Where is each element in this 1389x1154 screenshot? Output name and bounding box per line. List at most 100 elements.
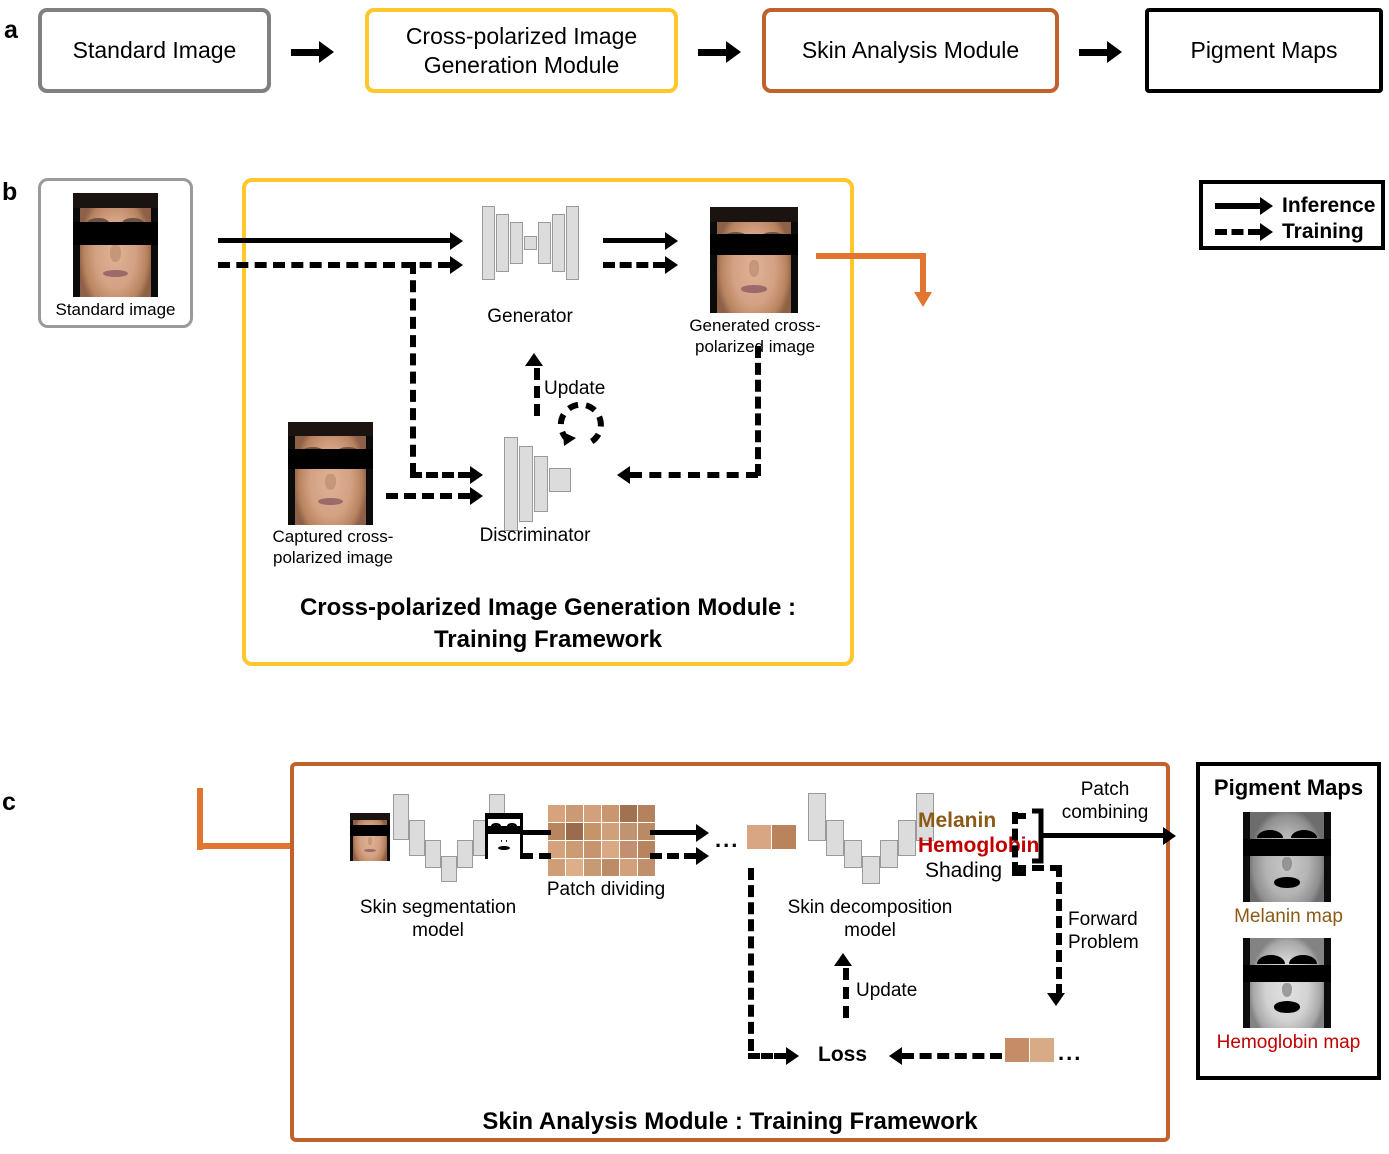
inference-arrow-to-generator-head <box>450 232 463 250</box>
patch-ellipsis-right: ... <box>1058 1040 1083 1065</box>
inference-arrow-to-generated-shaft <box>603 238 665 243</box>
skin-mask-image <box>485 813 523 859</box>
legend-label-training: Training <box>1282 220 1364 243</box>
patch-training-arrow-right-head <box>696 847 709 865</box>
flow-box-pigment-maps-label: Pigment Maps <box>1190 37 1338 64</box>
flow-box-standard-image-label: Standard Image <box>72 37 237 64</box>
legend-item-training: Training <box>1215 220 1364 244</box>
training-branch-vertical <box>410 262 416 475</box>
patch-ellipsis-left: ... <box>715 827 740 852</box>
recon-to-loss-shaft <box>902 1053 1002 1059</box>
captured-crosspolarized-face-image <box>288 422 373 525</box>
module-b-title-line2: Training Framework <box>433 626 663 654</box>
flow-arrow-2 <box>698 41 741 63</box>
module-b-title: Cross-polarized Image Generation Module … <box>242 592 854 657</box>
flow-box-crosspolarized-module-label-line2: Generation Module <box>423 51 620 78</box>
training-arrow-to-generated-shaft <box>603 262 665 268</box>
generated-crosspolarized-face-image <box>710 207 798 313</box>
loss-label: Loss <box>818 1043 868 1066</box>
patches-to-loss-head <box>786 1047 799 1065</box>
forward-problem-vertical <box>1056 865 1062 996</box>
training-arrow-to-generated-head <box>665 256 678 274</box>
skin-analysis-input-face-image <box>350 813 390 861</box>
flow-arrow-1 <box>291 41 334 63</box>
patch-combining-arrow-head <box>1163 827 1176 845</box>
update-arrow-c-head <box>834 953 852 966</box>
forward-problem-label-line1: Forward <box>1068 909 1138 930</box>
generated-feedback-arrowhead <box>617 466 630 484</box>
panel-letter-b: b <box>2 178 18 206</box>
patch-grid <box>548 805 655 876</box>
hemoglobin-map-image <box>1243 938 1331 1028</box>
captured-image-caption-line1: Captured cross- <box>272 527 394 546</box>
standard-face-image <box>73 193 158 297</box>
flow-arrow-3 <box>1079 41 1122 63</box>
hemoglobin-map-caption: Hemoglobin map <box>1216 1032 1361 1053</box>
flow-box-skin-analysis-module-label: Skin Analysis Module <box>801 37 1020 64</box>
flow-box-pigment-maps[interactable]: Pigment Maps <box>1145 8 1383 93</box>
patches-to-loss-horizontal <box>748 1053 786 1059</box>
discriminator-label: Discriminator <box>479 525 591 546</box>
component-label-shading: Shading <box>925 859 1003 882</box>
patch-combining-label-line2: combining <box>1061 802 1149 824</box>
patch-sample-2 <box>772 825 796 849</box>
patch-dividing-label: Patch dividing <box>546 879 666 900</box>
panel-letter-a: a <box>4 16 18 44</box>
update-arrow-b-head <box>525 353 543 366</box>
patch-training-arrow-right-shaft <box>650 853 696 859</box>
patch-sample-1 <box>747 825 771 849</box>
module-b-title-line1: Cross-polarized Image Generation Module … <box>299 594 797 621</box>
inference-arrow-to-generated-head <box>665 232 678 250</box>
forward-problem-horizontal <box>1014 865 1062 871</box>
flow-box-crosspolarized-module-label-line1: Cross-polarized Image <box>405 22 638 49</box>
generated-image-caption-line1: Generated cross- <box>689 316 821 335</box>
patches-to-loss-vertical <box>748 868 754 1051</box>
update-label-b: Update <box>544 378 606 399</box>
captured-to-discriminator-shaft <box>386 493 470 499</box>
update-label-c: Update <box>856 980 918 1001</box>
flow-box-standard-image[interactable]: Standard Image <box>38 8 271 93</box>
skin-decomposition-label-line2: model <box>844 920 896 942</box>
patch-combining-label: Patch combining <box>1040 778 1170 824</box>
patch-inference-arrow-right-shaft <box>650 830 696 835</box>
pigment-maps-title: Pigment Maps <box>1213 775 1364 800</box>
component-label-hemoglobin: Hemoglobin <box>918 834 1040 857</box>
training-arrow-to-generator-head <box>450 256 463 274</box>
skin-segmentation-label-line2: model <box>412 920 464 942</box>
module-c-title: Skin Analysis Module : Training Framewor… <box>482 1108 978 1135</box>
training-branch-horizontal <box>410 472 470 478</box>
captured-image-caption-line2: polarized image <box>272 547 393 567</box>
captured-image-caption: Captured cross- polarized image <box>258 527 408 568</box>
generator-label: Generator <box>487 306 573 327</box>
flow-box-crosspolarized-module[interactable]: Cross-polarized Image Generation Module <box>365 8 678 93</box>
legend-label-inference: Inference <box>1282 194 1376 217</box>
panel-letter-c: c <box>2 788 16 816</box>
recon-to-loss-head <box>889 1047 902 1065</box>
standard-image-caption: Standard image <box>55 300 176 319</box>
skin-segmentation-label-line1: Skin segmentation <box>359 897 517 918</box>
skin-decomposition-label: Skin decomposition model <box>775 896 965 942</box>
component-bracket-top <box>1012 813 1026 819</box>
skin-decomposition-label-line1: Skin decomposition <box>787 897 953 918</box>
melanin-map-caption: Melanin map <box>1234 906 1343 927</box>
forward-problem-label-line2: Problem <box>1068 932 1139 954</box>
orange-connector-b-vertical <box>920 253 926 295</box>
component-label-melanin: Melanin <box>918 809 997 832</box>
skin-segmentation-label: Skin segmentation model <box>348 896 528 942</box>
update-arrow-b-shaft <box>534 368 540 416</box>
inference-arrow-to-generator-shaft <box>218 238 450 243</box>
discriminator-update-loop-icon <box>557 402 604 447</box>
patch-combining-arrow-shaft <box>1040 833 1165 838</box>
forward-problem-label: Forward Problem <box>1068 908 1180 954</box>
orange-connector-b-arrowhead <box>914 292 932 307</box>
patch-combining-label-line1: Patch <box>1080 779 1130 800</box>
orange-connector-b-horizontal <box>816 253 926 259</box>
flow-box-skin-analysis-module[interactable]: Skin Analysis Module <box>762 8 1059 93</box>
generated-feedback-horizontal <box>630 472 758 478</box>
reconstructed-patch-1 <box>1005 1038 1029 1062</box>
update-arrow-c-shaft <box>843 968 849 1018</box>
generated-feedback-vertical <box>755 346 761 476</box>
patch-training-arrow-left <box>521 853 551 859</box>
captured-to-discriminator-head <box>470 487 483 505</box>
patch-inference-arrow-left <box>521 830 551 835</box>
